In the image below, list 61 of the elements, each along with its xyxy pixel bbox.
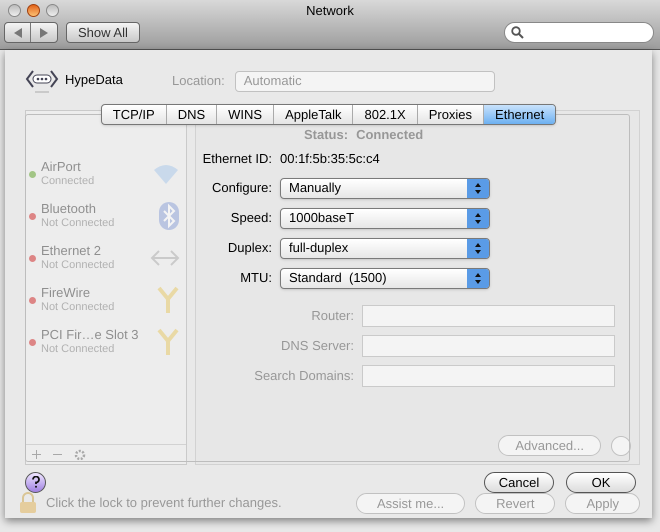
service-status: Connected bbox=[41, 175, 96, 189]
right-triangle-icon bbox=[40, 28, 48, 38]
input-field[interactable] bbox=[362, 304, 615, 326]
bluetooth-icon bbox=[158, 201, 180, 231]
plus-icon[interactable] bbox=[32, 450, 41, 459]
service-name: AirPort bbox=[41, 159, 82, 176]
tab[interactable]: Ethernet bbox=[483, 105, 556, 124]
ethernet-id-label: Ethernet ID: bbox=[202, 150, 272, 168]
tab[interactable]: 802.1X bbox=[352, 105, 417, 124]
show-all-button[interactable]: Show All bbox=[66, 22, 140, 43]
zoom-window-icon[interactable] bbox=[46, 4, 59, 16]
field-label: Search Domains: bbox=[253, 366, 354, 385]
lock-message: Click the lock to prevent further changes. bbox=[46, 494, 282, 512]
popup-label: Duplex: bbox=[226, 239, 272, 258]
dialog-button[interactable]: OK bbox=[566, 472, 636, 492]
service-name: Bluetooth bbox=[41, 201, 97, 218]
tab[interactable]: AppleTalk bbox=[273, 105, 352, 124]
popup-menu[interactable]: 1000baseT bbox=[280, 208, 490, 228]
search-field[interactable] bbox=[504, 22, 654, 43]
dialog-button[interactable]: Cancel bbox=[484, 472, 554, 492]
window-title: Network bbox=[306, 2, 354, 20]
double-arrow-icon bbox=[150, 248, 180, 268]
service-status: Not Connected bbox=[41, 343, 116, 357]
stepper-arrows-icon bbox=[467, 208, 489, 228]
service-name: Ethernet 2 bbox=[41, 243, 102, 260]
ethernet-id-value: 00:1f:5b:35:5c:c4 bbox=[280, 150, 380, 168]
status-label: Status: bbox=[304, 126, 348, 144]
y-symbol-icon bbox=[156, 327, 180, 357]
service-status: Not Connected bbox=[41, 259, 116, 273]
stepper-arrows-icon bbox=[467, 178, 489, 198]
stepper-arrows-icon bbox=[467, 238, 489, 258]
status-value: Connected bbox=[356, 126, 424, 144]
service-name: PCI Fir…e Slot 3 bbox=[41, 327, 140, 344]
tab[interactable]: TCP/IP bbox=[102, 105, 166, 124]
left-triangle-icon bbox=[14, 28, 22, 38]
tab[interactable]: DNS bbox=[166, 105, 216, 124]
help-icon[interactable] bbox=[25, 472, 46, 492]
service-title: HypeData bbox=[65, 71, 123, 90]
field-label: DNS Server: bbox=[280, 336, 354, 355]
popup-menu[interactable]: full-duplex bbox=[280, 238, 490, 258]
minimize-window-icon[interactable] bbox=[27, 4, 40, 16]
popup-label: Configure: bbox=[211, 179, 272, 198]
service-status: Not Connected bbox=[41, 217, 116, 231]
input-field[interactable] bbox=[362, 334, 615, 356]
search-icon bbox=[511, 26, 524, 39]
popup-menu[interactable]: Standard (1500) bbox=[280, 268, 490, 288]
close-window-icon[interactable] bbox=[8, 4, 21, 16]
gear-icon[interactable] bbox=[74, 448, 86, 460]
tab[interactable]: WINS bbox=[216, 105, 274, 124]
field-label: Router: bbox=[310, 306, 354, 325]
stepper-arrows-icon bbox=[467, 268, 489, 288]
service-name: FireWire bbox=[41, 285, 92, 302]
wifi-icon bbox=[152, 162, 180, 186]
popup-label: Speed: bbox=[230, 209, 272, 228]
y-symbol-icon bbox=[156, 285, 180, 315]
input-field[interactable] bbox=[362, 364, 615, 386]
location-label: Location: bbox=[172, 72, 225, 90]
popup-label: MTU: bbox=[239, 269, 272, 288]
question-mark-icon bbox=[32, 476, 40, 488]
popup-menu[interactable]: Manually bbox=[280, 178, 490, 198]
service-status: Not Connected bbox=[41, 301, 116, 315]
